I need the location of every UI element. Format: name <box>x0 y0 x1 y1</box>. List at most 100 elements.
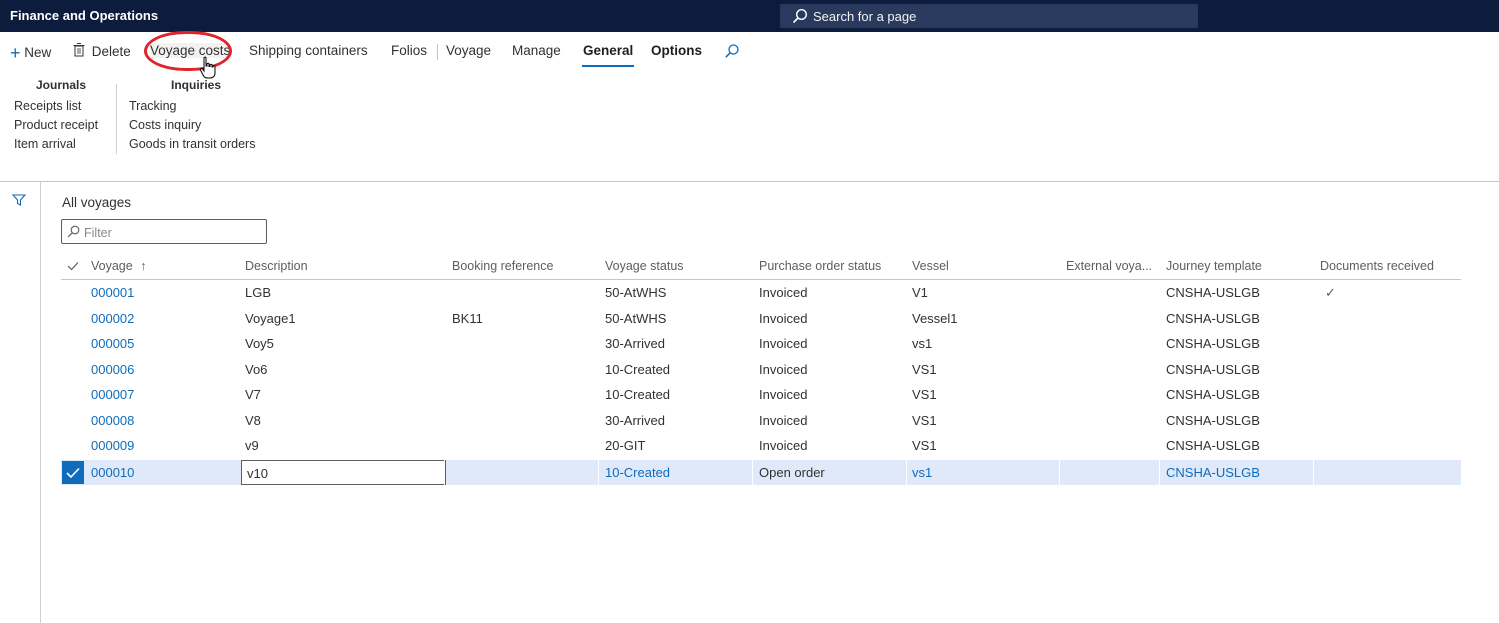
cell-po-status: Invoiced <box>759 285 808 300</box>
col-voyage-status[interactable]: Voyage status <box>605 259 684 273</box>
cell-status: 20-GIT <box>605 438 646 453</box>
divider <box>1059 460 1060 485</box>
divider <box>1313 460 1314 485</box>
tracking-link[interactable]: Tracking <box>129 99 176 113</box>
cell-description: V7 <box>245 387 261 402</box>
ribbon-divider <box>116 84 117 154</box>
col-voyage[interactable]: Voyage ↑ <box>91 259 146 273</box>
shipping-containers-button[interactable]: Shipping containers <box>249 43 368 58</box>
voyage-id-link[interactable]: 000008 <box>91 413 134 428</box>
filter-input[interactable] <box>82 222 266 243</box>
search-placeholder: Search for a page <box>813 9 917 24</box>
col-purchase-order-status[interactable]: Purchase order status <box>759 259 881 273</box>
cell-po-status: Invoiced <box>759 311 808 326</box>
voyage-id-link[interactable]: 000007 <box>91 387 134 402</box>
table-row[interactable]: 000006 Vo6 10-Created Invoiced VS1 CNSHA… <box>61 357 1461 382</box>
cell-po-status: Open order <box>759 465 825 480</box>
table-row[interactable]: 000007 V7 10-Created Invoiced VS1 CNSHA-… <box>61 382 1461 407</box>
voyage-id-link[interactable]: 000010 <box>91 465 134 480</box>
cell-template: CNSHA-USLGB <box>1166 438 1260 453</box>
description-edit-field[interactable] <box>241 460 446 485</box>
cell-po-status: Invoiced <box>759 438 808 453</box>
divider <box>598 460 599 485</box>
grid-title: All voyages <box>62 195 132 210</box>
col-documents-received[interactable]: Documents received <box>1320 259 1434 273</box>
tab-general-underline <box>582 65 634 67</box>
cell-po-status: Invoiced <box>759 387 808 402</box>
cell-description: Voy5 <box>245 336 274 351</box>
table-row[interactable]: 000009 v9 20-GIT Invoiced VS1 CNSHA-USLG… <box>61 433 1461 458</box>
delete-label: Delete <box>91 44 131 59</box>
top-bar: Finance and Operations Search for a page <box>0 0 1499 32</box>
tab-voyage[interactable]: Voyage <box>446 43 491 58</box>
table-row[interactable]: 000008 V8 30-Arrived Invoiced VS1 CNSHA-… <box>61 408 1461 433</box>
annotation-ring <box>144 31 232 71</box>
costs-inquiry-link[interactable]: Costs inquiry <box>129 118 201 132</box>
select-all-checkmark-icon[interactable] <box>67 261 79 271</box>
divider <box>752 460 753 485</box>
documents-received-check-icon: ✓ <box>1325 285 1336 300</box>
tab-general[interactable]: General <box>583 43 633 58</box>
cell-description: V8 <box>245 413 261 428</box>
search-input[interactable]: Search for a page <box>780 4 1198 28</box>
search-icon <box>792 8 808 24</box>
hand-cursor-icon <box>199 56 216 79</box>
cell-status: 10-Created <box>605 362 671 377</box>
product-receipt-link[interactable]: Product receipt <box>14 118 98 132</box>
filter-field[interactable] <box>61 219 267 244</box>
tab-manage[interactable]: Manage <box>512 43 561 58</box>
cell-booking: BK11 <box>452 311 483 326</box>
divider <box>1159 460 1160 485</box>
cell-status: 30-Arrived <box>605 336 665 351</box>
col-journey-template[interactable]: Journey template <box>1166 259 1262 273</box>
app-title[interactable]: Finance and Operations <box>10 8 158 23</box>
cell-description: Vo6 <box>245 362 268 377</box>
receipts-list-link[interactable]: Receipts list <box>14 99 81 113</box>
col-vessel[interactable]: Vessel <box>912 259 949 273</box>
table-row[interactable]: 000002 Voyage1 BK11 50-AtWHS Invoiced Ve… <box>61 306 1461 331</box>
group-title-journals: Journals <box>36 78 87 92</box>
cell-po-status: Invoiced <box>759 336 808 351</box>
tab-options[interactable]: Options <box>651 43 702 58</box>
cell-vessel: Vessel1 <box>912 311 958 326</box>
action-search-icon[interactable] <box>724 43 740 59</box>
cell-vessel: VS1 <box>912 387 937 402</box>
description-input[interactable] <box>245 463 445 483</box>
filter-icon[interactable] <box>12 194 26 206</box>
grid-header: Voyage ↑ Description Booking reference V… <box>61 253 1461 280</box>
delete-button[interactable]: Delete <box>73 43 131 59</box>
ribbon-bottom-border <box>0 181 1499 182</box>
group-title-inquiries: Inquiries <box>171 78 222 92</box>
voyage-id-link[interactable]: 000005 <box>91 336 134 351</box>
new-button[interactable]: + New <box>10 41 51 63</box>
cell-vessel: V1 <box>912 285 928 300</box>
item-arrival-link[interactable]: Item arrival <box>14 137 76 151</box>
goods-in-transit-orders-link[interactable]: Goods in transit orders <box>129 137 255 151</box>
voyage-id-link[interactable]: 000006 <box>91 362 134 377</box>
table-row-selected[interactable]: 000010 10-Created Open order vs1 CNSHA-U… <box>61 460 1461 485</box>
cell-vessel: vs1 <box>912 465 933 480</box>
add-icon: + <box>10 43 21 63</box>
left-rail <box>0 182 41 623</box>
trash-icon <box>73 43 85 57</box>
cell-vessel: VS1 <box>912 438 937 453</box>
voyage-id-link[interactable]: 000001 <box>91 285 134 300</box>
table-row[interactable]: 000005 Voy5 30-Arrived Invoiced vs1 CNSH… <box>61 331 1461 356</box>
cell-status: 10-Created <box>605 387 671 402</box>
cell-status: 50-AtWHS <box>605 311 667 326</box>
col-booking-reference[interactable]: Booking reference <box>452 259 553 273</box>
cell-status: 50-AtWHS <box>605 285 667 300</box>
voyage-id-link[interactable]: 000009 <box>91 438 134 453</box>
row-selected-checkbox[interactable] <box>62 461 84 484</box>
cell-po-status: Invoiced <box>759 413 808 428</box>
cell-template: CNSHA-USLGB <box>1166 387 1260 402</box>
col-voyage-label: Voyage <box>91 259 133 273</box>
cell-po-status: Invoiced <box>759 362 808 377</box>
cell-description: Voyage1 <box>245 311 296 326</box>
table-row[interactable]: 000001 LGB 50-AtWHS Invoiced V1 CNSHA-US… <box>61 280 1461 305</box>
voyage-id-link[interactable]: 000002 <box>91 311 134 326</box>
col-description[interactable]: Description <box>245 259 308 273</box>
cell-status: 30-Arrived <box>605 413 665 428</box>
col-external-voyage[interactable]: External voya... <box>1066 259 1152 273</box>
folios-button[interactable]: Folios <box>391 43 427 58</box>
